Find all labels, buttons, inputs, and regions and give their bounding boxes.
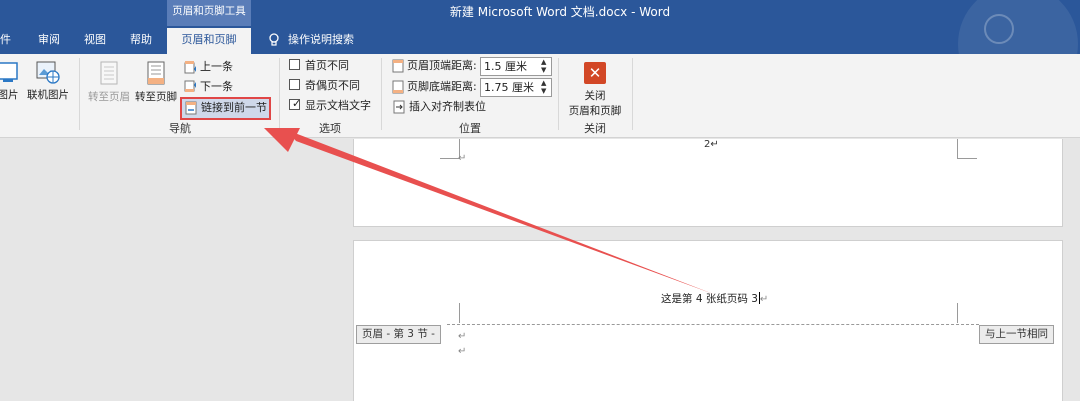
goto-header-label: 转至页眉 [88, 91, 130, 103]
paragraph-mark: ↵ [458, 153, 467, 164]
previous-section-button[interactable]: 上一条 [184, 58, 233, 76]
insert-alignment-tab-button[interactable]: 插入对齐制表位 [393, 98, 486, 116]
goto-header-button[interactable]: 转至页眉 [86, 60, 132, 104]
footer-bottom-distance-label-row: 页脚底端距离: [392, 77, 477, 97]
lightbulb-icon [269, 33, 279, 46]
alignment-tab-icon [393, 100, 405, 114]
goto-header-icon [100, 61, 118, 85]
tell-me-search[interactable]: 操作说明搜索 [268, 28, 354, 54]
close-group-label: 关闭 [584, 122, 606, 135]
link-to-previous-icon [185, 101, 197, 115]
previous-icon [184, 61, 196, 74]
header-content[interactable]: 这是第 4 张纸页码 3 ↵ [661, 291, 768, 306]
next-label: 下一条 [200, 80, 233, 93]
tab-mailings[interactable]: 件 [0, 28, 11, 54]
paragraph-mark: ↵ [759, 294, 769, 305]
close-icon: ✕ [584, 62, 606, 84]
different-odd-even-label: 奇偶页不同 [305, 79, 360, 92]
checkmark-icon: ✓ [292, 97, 302, 110]
crop-mark [440, 139, 460, 159]
different-odd-even-checkbox[interactable]: 奇偶页不同 [289, 77, 360, 95]
picture-button[interactable]: 图片 [0, 60, 22, 102]
paragraph-mark: ↵ [710, 139, 719, 150]
header-top-distance-label-row: 页眉顶端距离: [392, 56, 477, 76]
link-to-previous-label: 链接到前一节 [201, 101, 267, 114]
online-picture-label: 联机图片 [27, 89, 69, 101]
same-as-previous-tag: 与上一节相同 [979, 325, 1054, 344]
tab-help[interactable]: 帮助 [130, 28, 152, 54]
show-document-text-label: 显示文档文字 [305, 99, 371, 112]
tab-view[interactable]: 视图 [84, 28, 106, 54]
position-group-label: 位置 [459, 122, 481, 135]
page-number: 2↵ [704, 139, 719, 150]
header-top-distance-value: 1.5 厘米 [484, 60, 527, 73]
navigation-group-label: 导航 [169, 122, 191, 135]
header-boundary-line [447, 324, 979, 325]
options-group-label: 选项 [319, 122, 341, 135]
group-separator [381, 58, 382, 130]
tab-header-footer[interactable]: 页眉和页脚 [167, 28, 251, 54]
next-section-button[interactable]: 下一条 [184, 78, 233, 96]
close-line1: 关闭 [584, 90, 606, 102]
tell-me-label: 操作说明搜索 [288, 33, 354, 46]
insert-alignment-tab-label: 插入对齐制表位 [409, 100, 486, 113]
goto-footer-button[interactable]: 转至页脚 [133, 60, 179, 104]
spinner-arrows-icon[interactable]: ▲ ▼ [541, 58, 549, 74]
paragraph-mark: ↵ [458, 346, 467, 357]
goto-footer-icon [147, 61, 165, 85]
footer-bottom-distance-value: 1.75 厘米 [484, 81, 534, 94]
group-separator [558, 58, 559, 130]
checkbox-box: ✓ [289, 97, 302, 110]
crop-mark [957, 139, 977, 159]
contextual-tab-group-label: 页眉和页脚工具 [167, 0, 251, 26]
document-title: 新建 Microsoft Word 文档.docx - Word [449, 5, 671, 19]
link-to-previous-button[interactable]: 链接到前一节 [185, 99, 267, 117]
crop-mark [957, 303, 977, 323]
header-top-distance-input[interactable]: 1.5 厘米 ▲ ▼ [480, 57, 552, 76]
footer-distance-icon [392, 80, 404, 94]
goto-footer-label: 转至页脚 [135, 91, 177, 103]
checkbox-box [289, 59, 300, 70]
different-first-page-checkbox[interactable]: 首页不同 [289, 57, 349, 75]
title-bar: 页眉和页脚工具 新建 Microsoft Word 文档.docx - Word… [0, 0, 1080, 104]
header-distance-icon [392, 59, 404, 73]
group-separator [632, 58, 633, 130]
close-line2: 页眉和页脚 [568, 105, 622, 117]
checkbox-box [289, 79, 300, 90]
different-first-page-label: 首页不同 [305, 59, 349, 72]
group-separator [79, 58, 80, 130]
close-header-footer-button[interactable]: ✕ 关闭 页眉和页脚 [562, 62, 628, 118]
footer-bottom-distance-input[interactable]: 1.75 厘米 ▲ ▼ [480, 78, 552, 97]
profile-icon[interactable] [984, 14, 1014, 44]
online-picture-button[interactable]: 联机图片 [24, 60, 72, 102]
show-document-text-checkbox[interactable]: ✓ 显示文档文字 [289, 97, 371, 115]
picture-icon [0, 62, 18, 82]
group-separator [279, 58, 280, 130]
crop-mark [440, 303, 460, 323]
footer-bottom-distance-label: 页脚底端距离: [407, 80, 477, 93]
spinner-arrows-icon[interactable]: ▲ ▼ [541, 79, 549, 95]
online-picture-icon [36, 61, 60, 84]
previous-label: 上一条 [200, 60, 233, 73]
header-top-distance-label: 页眉顶端距离: [407, 59, 477, 72]
paragraph-mark: ↵ [458, 331, 467, 342]
header-text: 这是第 4 张纸页码 3 [661, 293, 758, 305]
next-icon [184, 80, 196, 92]
header-section-tag: 页眉 - 第 3 节 - [356, 325, 441, 344]
picture-label: 图片 [0, 89, 19, 101]
tab-review[interactable]: 审阅 [38, 28, 60, 54]
